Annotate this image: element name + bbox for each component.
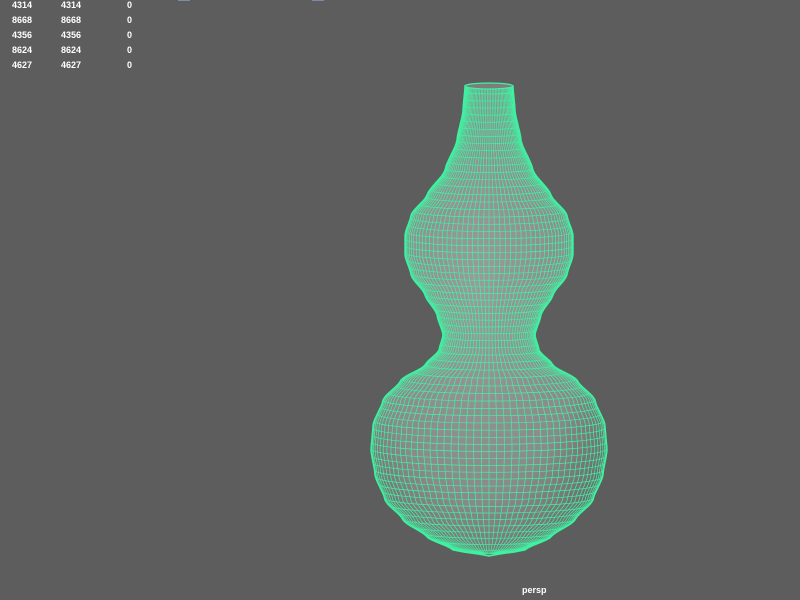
gourd-vase-mesh[interactable] [0,0,800,600]
perspective-viewport[interactable]: 4314 4314 0 8668 8668 0 4356 4356 0 8624 8624 0 4627… [0,0,800,600]
camera-name-label: persp [522,585,547,595]
vase-opening[interactable] [464,82,514,90]
